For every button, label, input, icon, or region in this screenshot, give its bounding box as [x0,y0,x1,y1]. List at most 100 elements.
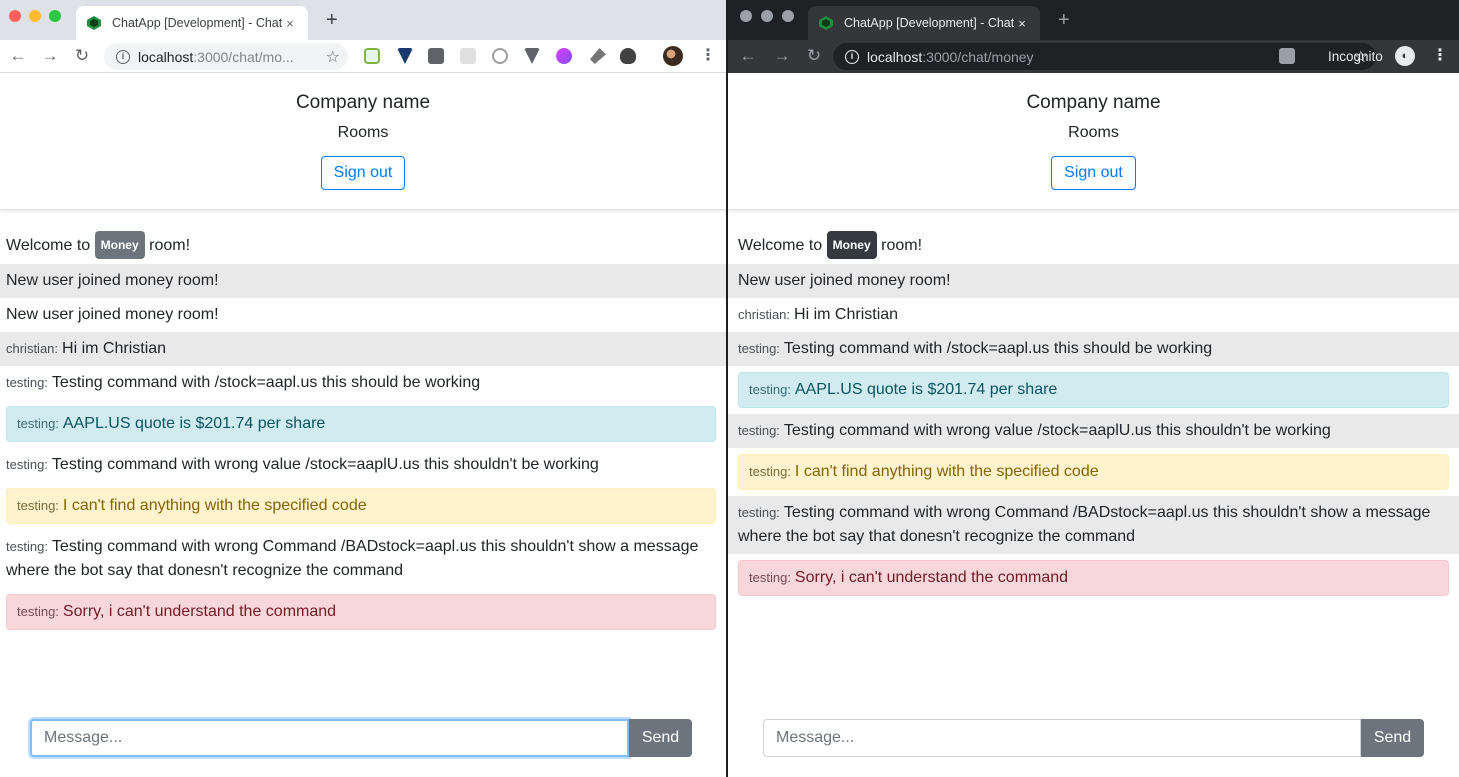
forward-button[interactable]: → [40,46,60,66]
welcome-prefix: Welcome to [6,237,91,254]
bug-extension-icon[interactable] [620,48,636,64]
chat-message: testing: Testing command with wrong Comma… [0,530,726,588]
browser-menu-icon[interactable]: ⋮ [1432,46,1448,66]
chat-message: christian: Hi im Christian [728,298,1459,332]
browser-window-left: ChatApp [Development] - Chat × + ← → ↻ i… [0,0,726,777]
chat-message: christian: Hi im Christian [0,332,726,366]
message-text: Hi im Christian [62,340,167,357]
new-tab-button[interactable]: + [326,9,338,31]
sign-out-button[interactable]: Sign out [1051,156,1136,190]
browser-tab[interactable]: ChatApp [Development] - Chat × [76,6,308,40]
rooms-link[interactable]: Rooms [0,124,726,152]
message-text: Hi im Christian [794,306,899,323]
zoom-window-button[interactable] [49,10,61,22]
chat-message: New user joined money room! [0,264,726,298]
message-text: I can't find anything with the specified… [62,497,367,514]
purple-extension-icon[interactable] [556,48,572,64]
message-list: Welcome to Money room! New user joined mo… [0,210,726,630]
minimize-window-button[interactable] [29,10,41,22]
url-text[interactable]: localhost:3000/chat/money [867,49,1376,65]
reload-button[interactable]: ↻ [804,46,824,66]
close-window-button[interactable] [9,10,21,22]
grid-extension-icon[interactable] [460,48,476,64]
chat-message: testing: Testing command with /stock=aapl… [0,366,726,400]
back-button[interactable]: ← [8,46,28,66]
vue-devtools-extension-icon[interactable] [397,48,413,64]
message-text: Sorry, i can't understand the command [62,603,337,620]
chatapp-favicon-icon [818,15,834,31]
tab-close-icon[interactable]: × [1014,16,1030,31]
bot-alert-warning: testing: I can't find anything with the s… [738,454,1449,490]
bot-alert-danger: testing: Sorry, i can't understand the co… [738,560,1449,596]
send-button[interactable]: Send [1361,719,1424,757]
target-extension-icon[interactable] [492,48,508,64]
message-username: testing: [749,464,791,479]
window-controls [740,10,794,22]
chat-message: New user joined money room! [728,264,1459,298]
message-input[interactable] [763,719,1361,757]
welcome-prefix: Welcome to [738,237,823,254]
welcome-message: Welcome to Money room! [0,226,726,264]
message-text: New user joined money room! [6,306,219,323]
chat-message: testing: Testing command with /stock=aapl… [728,332,1459,366]
new-tab-button[interactable]: + [1058,9,1070,31]
minimize-window-button[interactable] [761,10,773,22]
message-list: Welcome to Money room! New user joined mo… [728,210,1459,596]
profile-avatar[interactable] [663,46,683,66]
message-username: christian: [6,341,59,356]
room-badge: Money [826,231,877,259]
site-info-icon[interactable]: i [845,49,859,64]
rooms-link[interactable]: Rooms [728,124,1459,152]
welcome-message: Welcome to Money room! [728,226,1459,264]
message-composer: Send [30,719,692,757]
ublock-extension-icon[interactable] [428,48,444,64]
ublock-extension-icon[interactable] [1279,48,1295,64]
forward-button[interactable]: → [772,46,792,66]
send-button[interactable]: Send [629,719,692,757]
message-username: testing: [17,604,59,619]
message-username: testing: [738,505,780,520]
browser-window-right-incognito: ChatApp [Development] - Chat × + ← → ↻ i… [728,0,1459,777]
chat-page: Company name Rooms Sign out Welcome to M… [0,74,726,777]
chat-message: New user joined money room! [0,298,726,332]
tab-title: ChatApp [Development] - Chat [844,16,1014,30]
bookmark-star-icon[interactable]: ☆ [326,47,340,67]
sign-out-button[interactable]: Sign out [320,156,406,190]
chat-page: Company name Rooms Sign out Welcome to M… [728,74,1459,777]
message-text: I can't find anything with the specified… [794,463,1099,480]
message-input[interactable] [30,719,629,757]
message-username: testing: [749,570,791,585]
message-text: AAPL.US quote is $201.74 per share [794,381,1058,398]
browser-tab[interactable]: ChatApp [Development] - Chat × [808,6,1040,40]
reload-button[interactable]: ↻ [72,46,92,66]
room-badge: Money [94,231,145,259]
message-text: Testing command with wrong Command /BADs… [738,504,1431,545]
browser-menu-icon[interactable]: ⋮ [700,46,716,66]
zoom-window-button[interactable] [782,10,794,22]
chat-message: testing: Testing command with wrong value… [0,448,726,482]
message-username: testing: [738,423,780,438]
bot-alert-info: testing: AAPL.US quote is $201.74 per sha… [738,372,1449,408]
message-username: testing: [17,498,59,513]
close-window-button[interactable] [740,10,752,22]
message-text: Testing command with wrong value /stock=… [51,456,599,473]
node-extension-icon[interactable] [364,48,380,64]
tab-close-icon[interactable]: × [282,16,298,31]
site-info-icon[interactable]: i [116,49,130,64]
message-text: Testing command with wrong Command /BADs… [6,538,699,579]
address-bar[interactable]: i localhost:3000/chat/mo... ☆ [104,43,348,70]
url-text[interactable]: localhost:3000/chat/mo... [138,49,348,65]
message-username: testing: [17,416,59,431]
vee-extension-icon[interactable] [524,48,540,64]
message-username: christian: [738,307,791,322]
tab-strip: ChatApp [Development] - Chat × + [0,0,726,40]
tab-strip: ChatApp [Development] - Chat × + [728,0,1459,40]
eyedropper-extension-icon[interactable] [590,48,606,64]
tab-title: ChatApp [Development] - Chat [112,16,282,30]
welcome-suffix: room! [149,237,191,254]
message-username: testing: [6,457,48,472]
back-button[interactable]: ← [738,46,758,66]
app-header: Company name Rooms Sign out [728,74,1459,210]
browser-toolbar: ← → ↻ i localhost:3000/chat/money ☆ Inco… [728,40,1459,73]
message-text: Sorry, i can't understand the command [794,569,1069,586]
